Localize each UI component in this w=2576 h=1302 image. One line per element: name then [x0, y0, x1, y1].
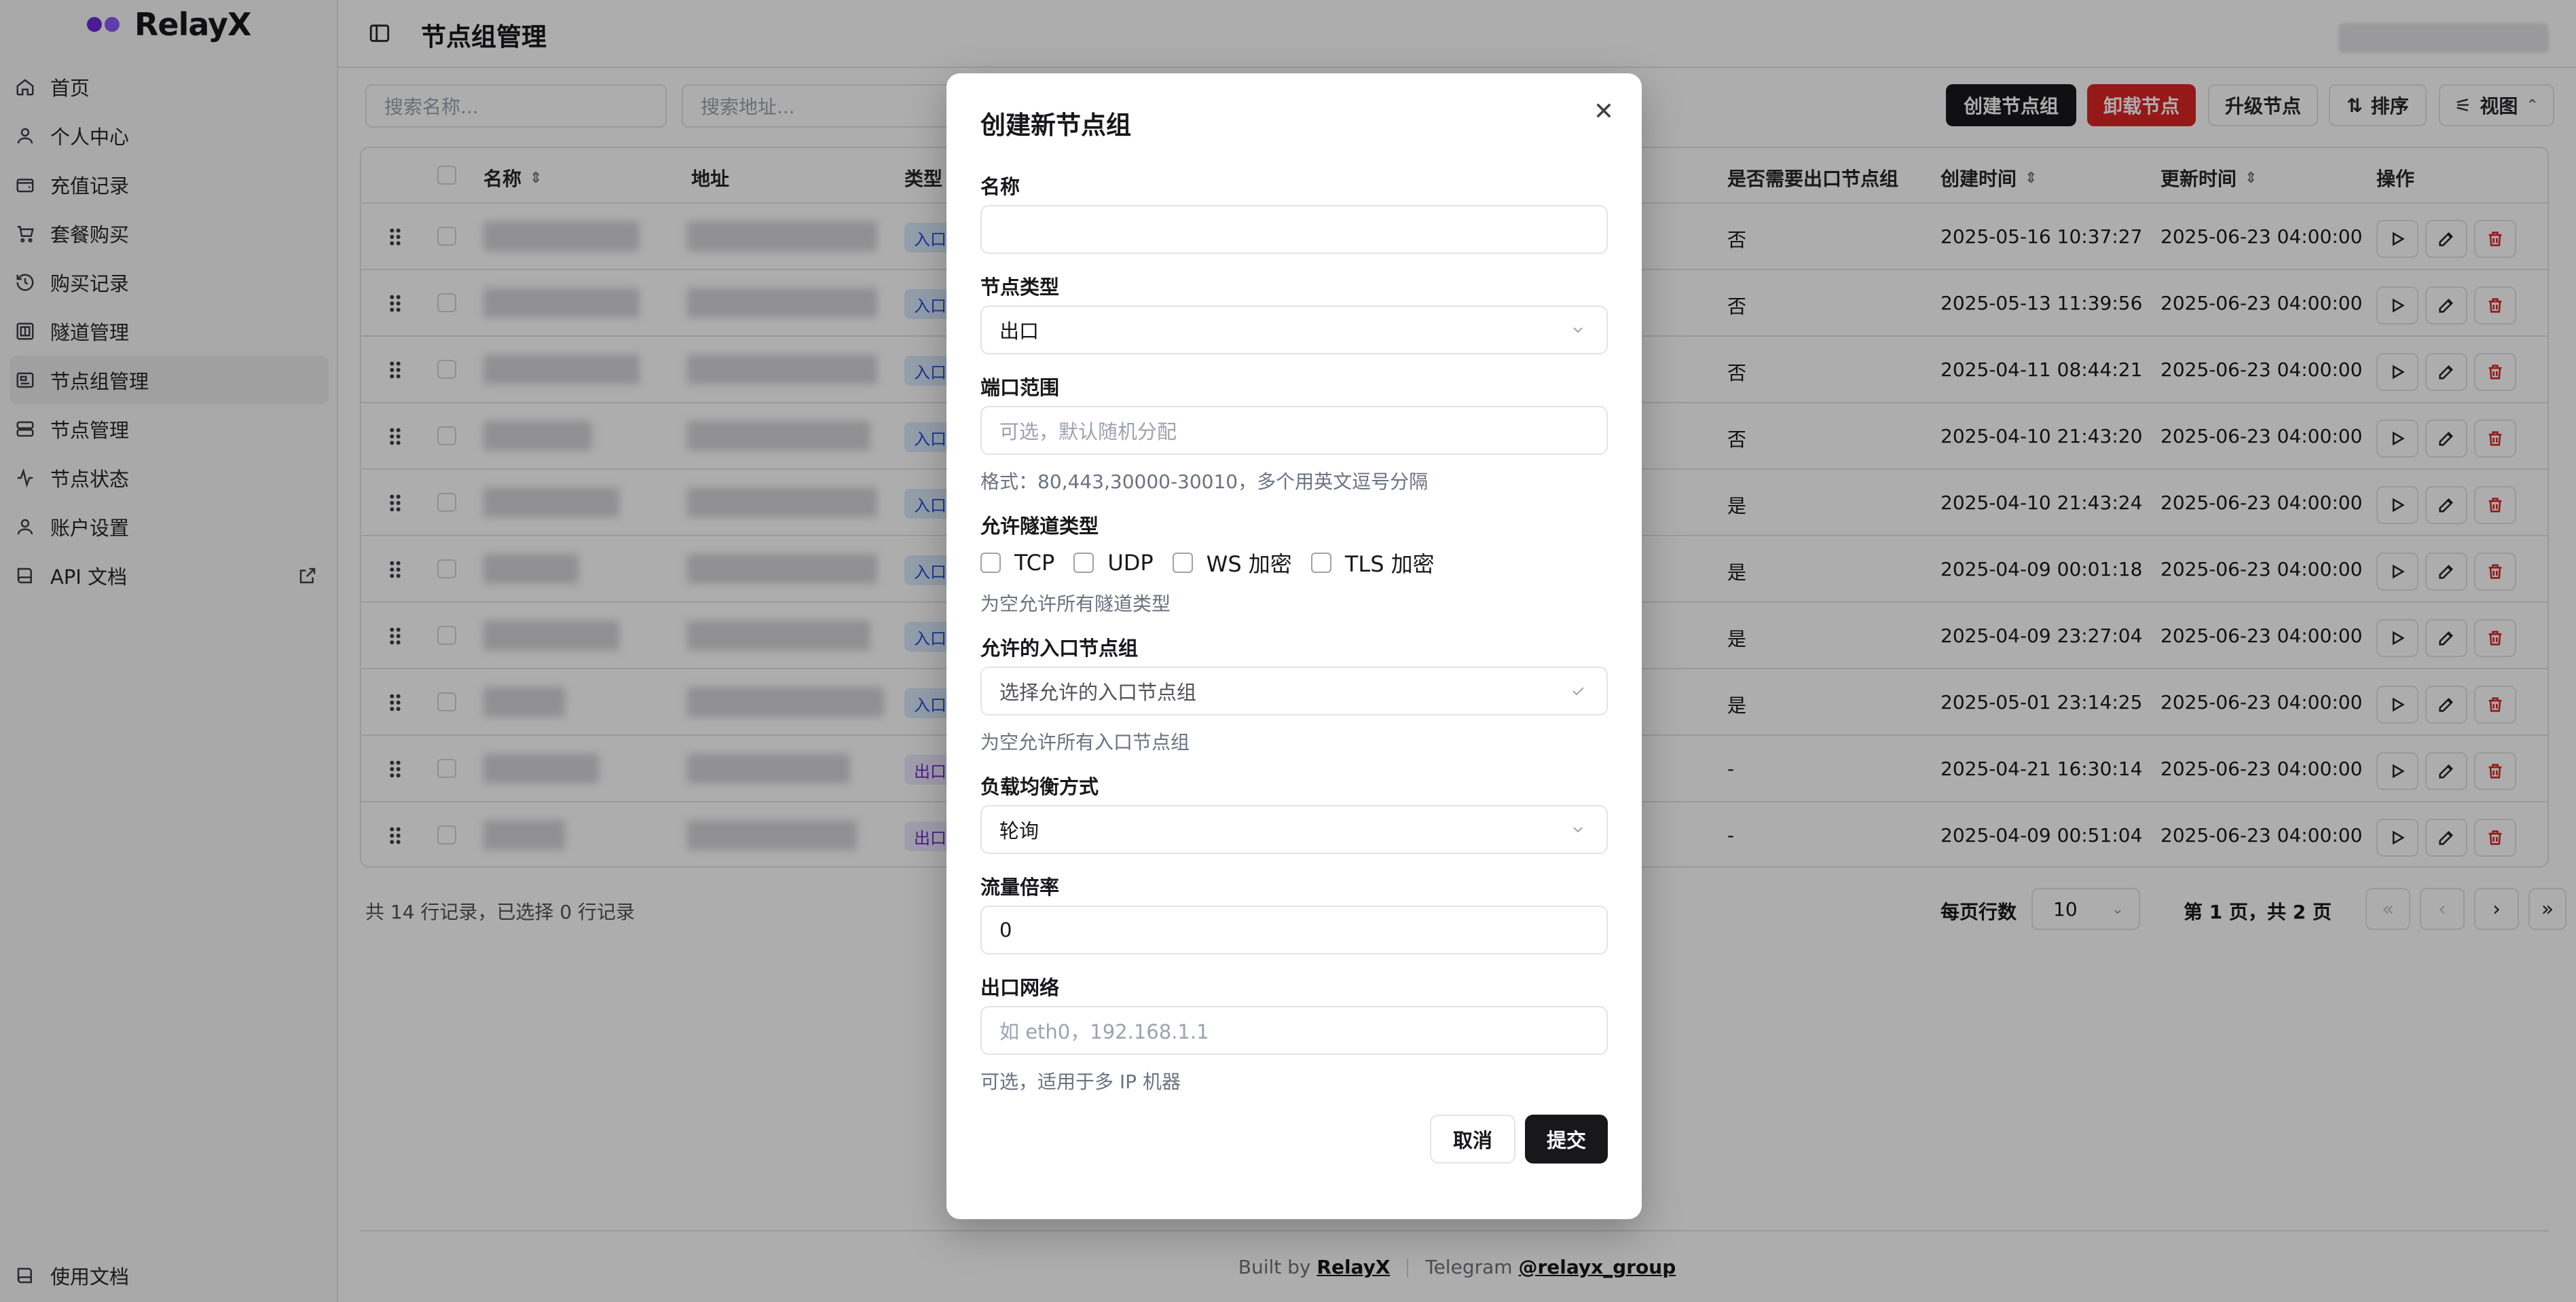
name-label: 名称: [980, 175, 1020, 198]
chevron-down-icon: [1573, 327, 1583, 333]
tcp-label: TCP: [1014, 550, 1055, 576]
traffic-rate-label: 流量倍率: [980, 876, 1060, 899]
tcp-checkbox[interactable]: [980, 553, 1001, 573]
name-input[interactable]: [980, 205, 1608, 254]
udp-checkbox[interactable]: [1073, 553, 1094, 573]
cancel-button[interactable]: 取消: [1430, 1115, 1515, 1164]
traffic-rate-input[interactable]: 0: [980, 906, 1608, 954]
chevron-down-icon: [1573, 827, 1583, 833]
tunnel-types-group: TCP UDP WS 加密 TLS 加密: [980, 547, 1454, 578]
load-balance-select[interactable]: 轮询: [980, 805, 1608, 854]
tls-checkbox[interactable]: [1310, 553, 1331, 573]
exit-network-hint: 可选，适用于多 IP 机器: [980, 1071, 1181, 1093]
tunnel-types-label: 允许隧道类型: [980, 515, 1099, 538]
port-range-hint: 格式：80,443,30000-30010，多个用英文逗号分隔: [980, 470, 1429, 493]
exit-network-label: 出口网络: [980, 976, 1060, 999]
submit-button[interactable]: 提交: [1525, 1115, 1608, 1164]
close-icon[interactable]: ✕: [1590, 98, 1617, 126]
tunnel-types-hint: 为空允许所有隧道类型: [980, 593, 1171, 615]
udp-label: UDP: [1107, 550, 1154, 576]
node-type-label: 节点类型: [980, 276, 1060, 299]
check-icon: [1572, 687, 1584, 696]
node-type-value: 出口: [999, 320, 1039, 343]
port-range-label: 端口范围: [980, 376, 1060, 399]
load-balance-value: 轮询: [999, 819, 1039, 842]
create-node-group-dialog: 创建新节点组 ✕ 名称 节点类型 出口 端口范围 可选，默认随机分配 格式：80…: [946, 73, 1642, 1219]
port-range-input[interactable]: 可选，默认随机分配: [980, 406, 1608, 455]
load-balance-label: 负载均衡方式: [980, 775, 1099, 798]
ws-checkbox[interactable]: [1172, 553, 1193, 573]
entry-groups-select[interactable]: 选择允许的入口节点组: [980, 667, 1608, 715]
ws-label: WS 加密: [1206, 551, 1292, 577]
entry-groups-hint: 为空允许所有入口节点组: [980, 731, 1190, 754]
tls-label: TLS 加密: [1344, 551, 1435, 577]
node-type-select[interactable]: 出口: [980, 305, 1608, 354]
dialog-title: 创建新节点组: [980, 111, 1131, 140]
entry-groups-label: 允许的入口节点组: [980, 637, 1139, 660]
entry-groups-placeholder: 选择允许的入口节点组: [999, 681, 1197, 704]
exit-network-input[interactable]: 如 eth0，192.168.1.1: [980, 1006, 1608, 1055]
